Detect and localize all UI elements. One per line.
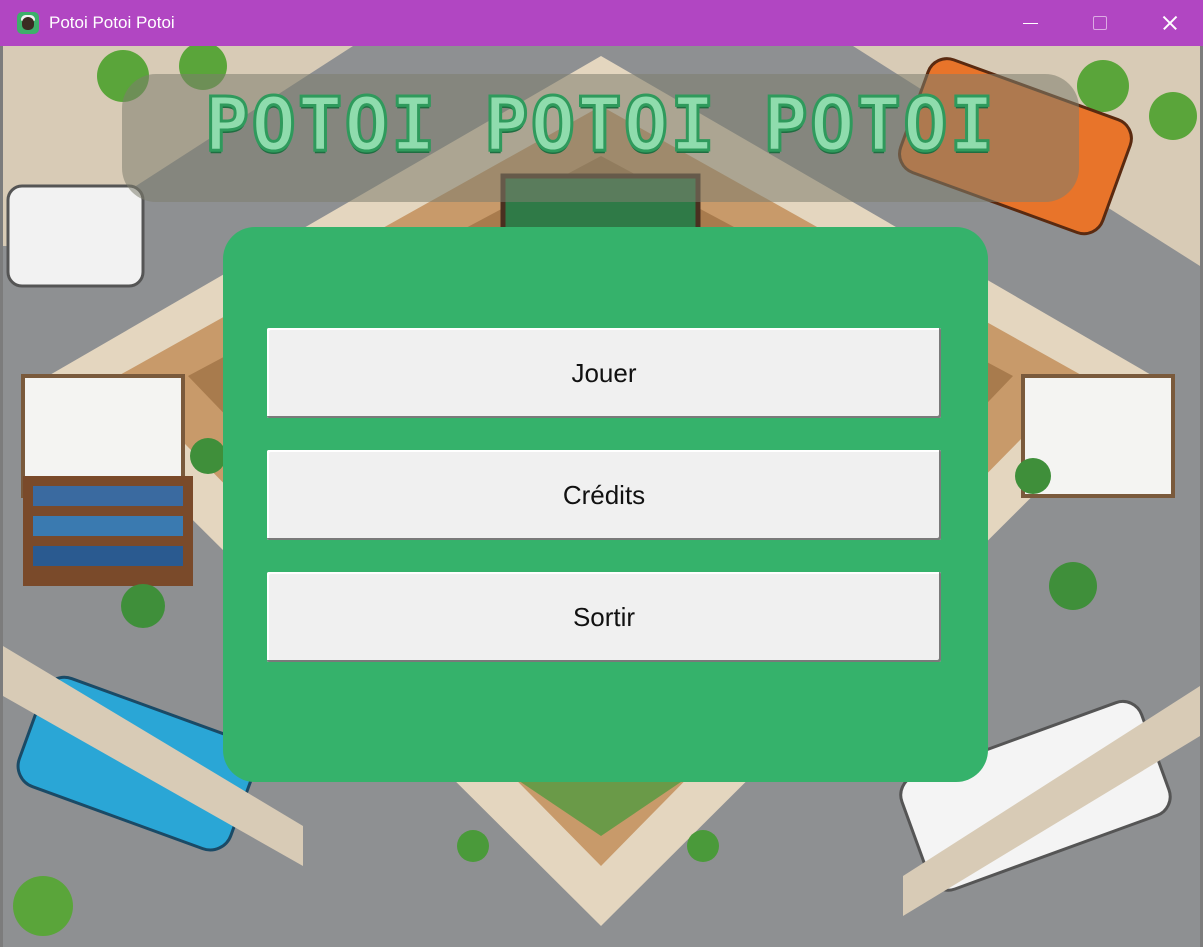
main-menu-panel: Jouer Crédits Sortir — [223, 227, 988, 782]
game-title: POTOI POTOI POTOI — [203, 81, 997, 170]
window-title: Potoi Potoi Potoi — [49, 13, 175, 32]
app-icon — [17, 12, 39, 34]
minimize-button[interactable] — [996, 0, 1064, 46]
play-button[interactable]: Jouer — [267, 328, 941, 418]
quit-button[interactable]: Sortir — [267, 572, 941, 662]
window-titlebar[interactable]: Potoi Potoi Potoi — [0, 0, 1203, 46]
close-button[interactable] — [1135, 0, 1203, 46]
credits-button[interactable]: Crédits — [267, 450, 941, 540]
maximize-button[interactable] — [1065, 0, 1133, 46]
